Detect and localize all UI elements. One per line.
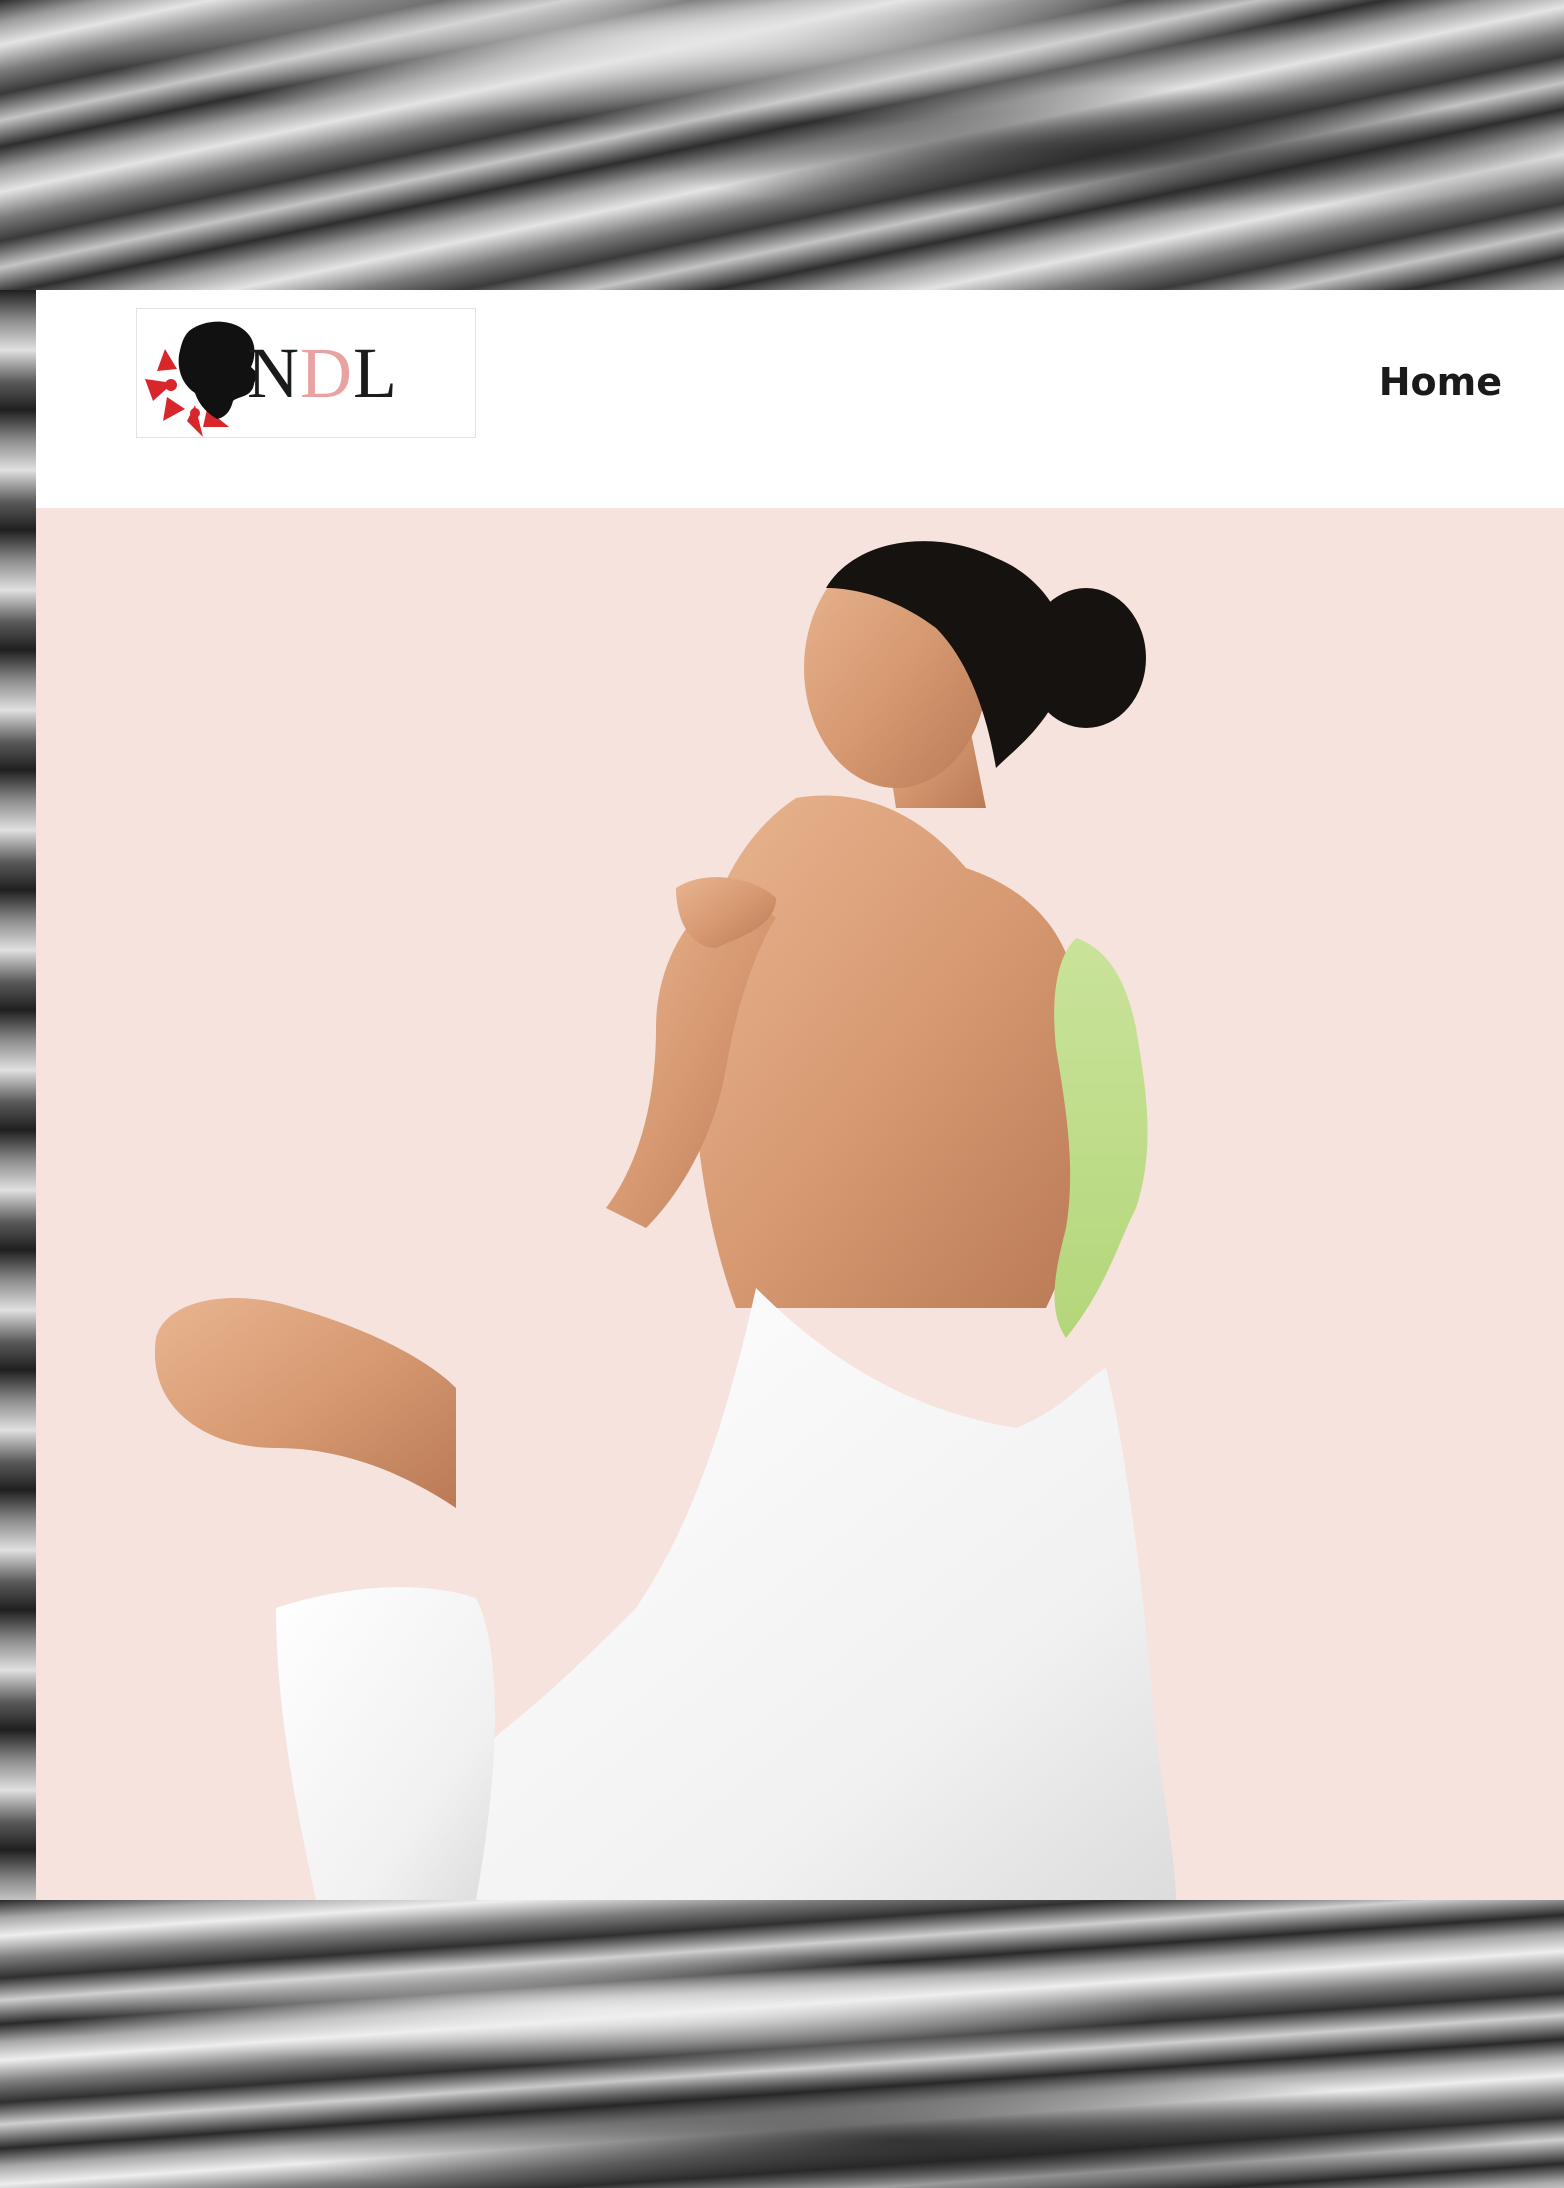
hero-image <box>154 541 1176 1900</box>
hero-banner <box>36 508 1564 1900</box>
marble-background-left <box>0 290 36 1910</box>
nav-home-link[interactable]: Home <box>1379 360 1502 404</box>
marble-background-top <box>0 0 1564 300</box>
logo[interactable]: NDL <box>136 308 476 438</box>
website-screenshot: NDL Home <box>36 290 1564 1900</box>
marble-background-bottom <box>0 1900 1564 2188</box>
page: NDL Home <box>0 0 1564 2188</box>
site-header: NDL Home <box>36 290 1564 508</box>
logo-text: NDL <box>247 333 398 413</box>
